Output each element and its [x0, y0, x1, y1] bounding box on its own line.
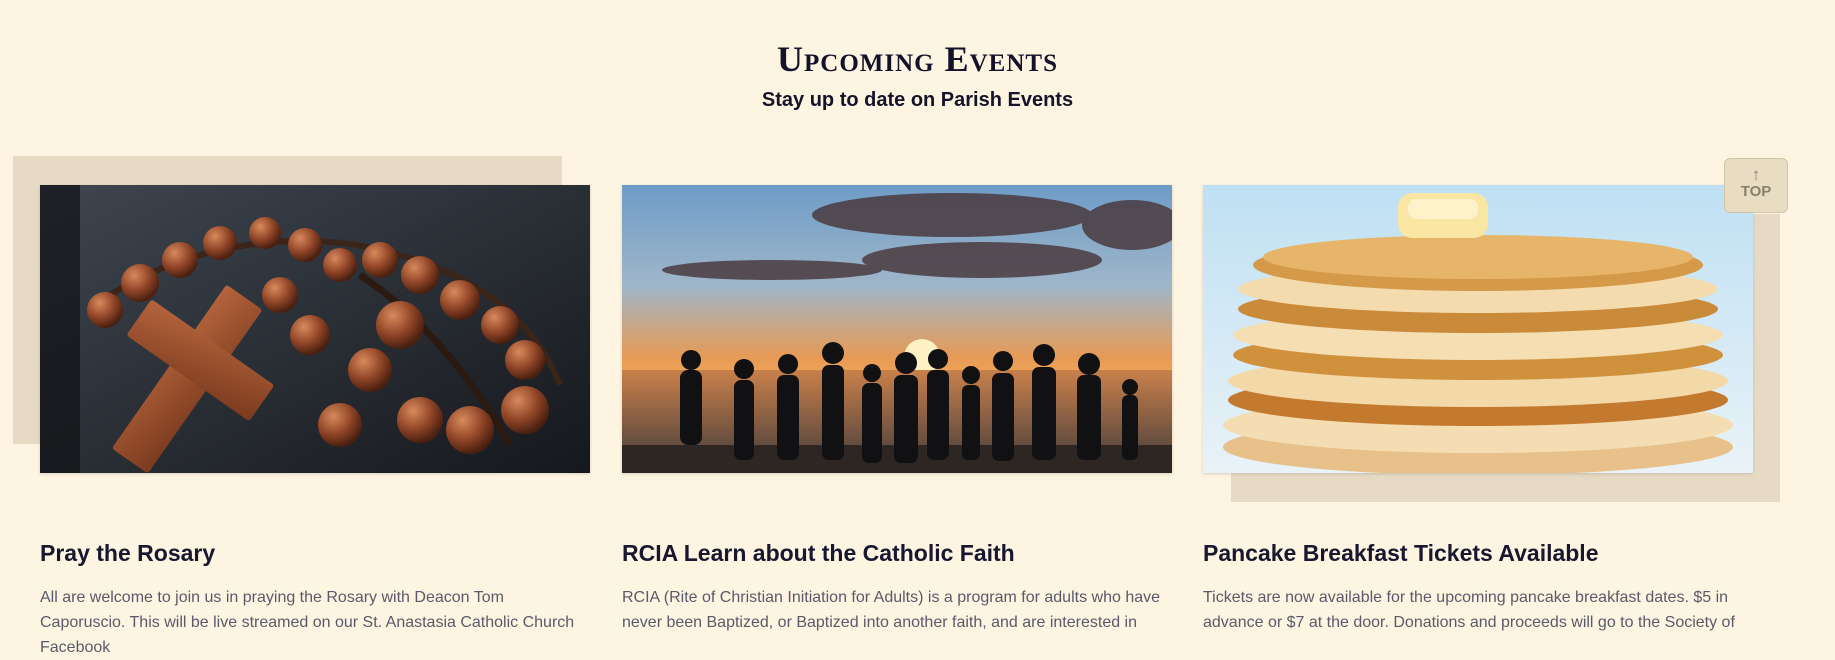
event-card-pancake: Pancake Breakfast Tickets Available Tick… — [1203, 185, 1753, 631]
section-title: Upcoming Events — [777, 39, 1058, 79]
sunset-group-image[interactable] — [622, 185, 1172, 473]
back-to-top-button[interactable]: ↑ TOP — [1724, 158, 1788, 213]
event-description: RCIA (Rite of Christian Initiation for A… — [622, 589, 1161, 631]
section-subtitle: Stay up to date on Parish Events — [761, 89, 1074, 111]
event-description: Tickets are now available for the upcomi… — [1203, 589, 1735, 631]
event-description: All are welcome to join us in praying th… — [40, 589, 575, 656]
rosary-image[interactable] — [40, 185, 590, 473]
event-card-rosary: Pray the Rosary All are welcome to join … — [40, 185, 590, 656]
back-to-top-label: TOP — [1740, 183, 1772, 200]
arrow-up-icon: ↑ — [1751, 165, 1761, 184]
event-title[interactable]: Pray the Rosary — [40, 540, 215, 567]
event-title[interactable]: Pancake Breakfast Tickets Available — [1203, 540, 1599, 567]
pancake-image[interactable] — [1203, 185, 1753, 473]
event-title[interactable]: RCIA Learn about the Catholic Faith — [622, 540, 1015, 567]
event-card-rcia: RCIA Learn about the Catholic Faith RCIA… — [622, 185, 1172, 631]
